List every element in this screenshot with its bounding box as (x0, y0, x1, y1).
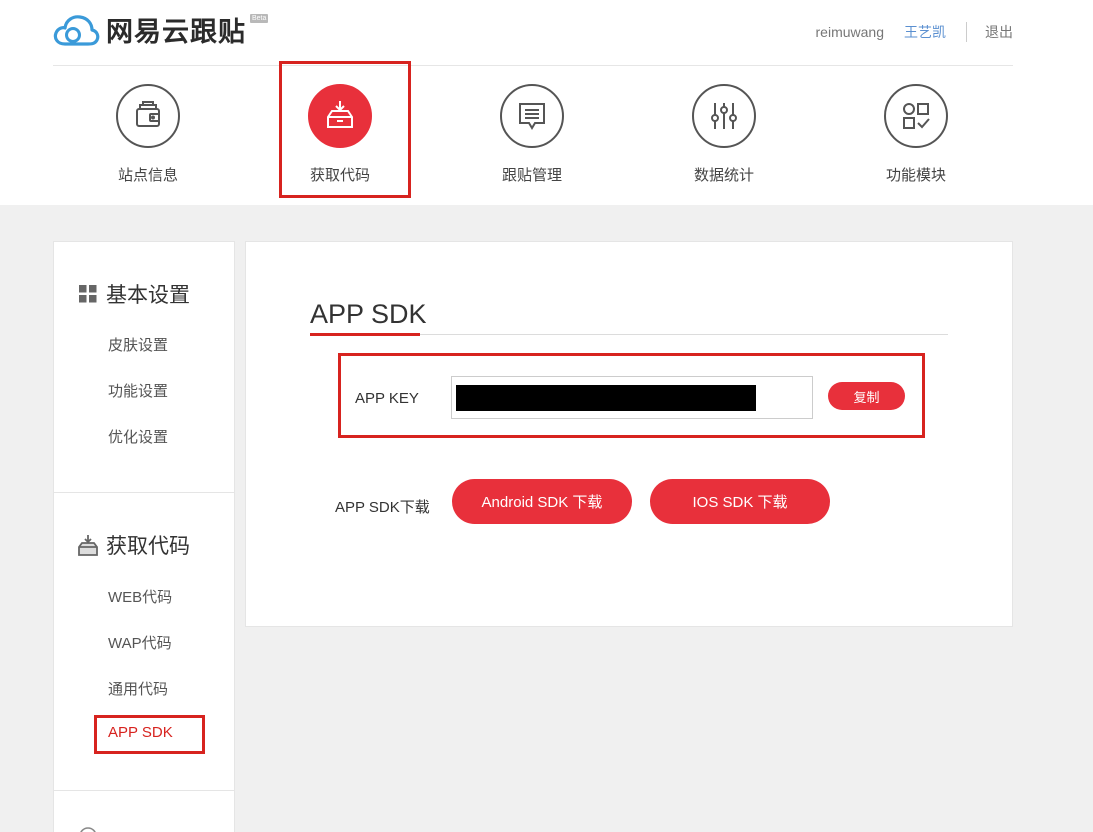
android-sdk-download-button[interactable]: Android SDK 下载 (452, 479, 632, 524)
nav-comment-manage-circle[interactable] (500, 84, 564, 148)
sidebar-section-code-title: 获取代码 (106, 535, 190, 558)
sidebar-item-wap-code[interactable]: WAP代码 (108, 632, 172, 653)
sidebar-item-general-code[interactable]: 通用代码 (108, 678, 168, 699)
nav-statistics-circle[interactable] (692, 84, 756, 148)
modules-icon (903, 103, 930, 129)
app-key-label: APP KEY (355, 390, 419, 407)
comment-icon (519, 103, 545, 130)
cloud-logo-icon (53, 14, 100, 46)
sidebar-section-basic-title: 基本设置 (106, 284, 190, 307)
user-display-name[interactable]: 王艺凯 (904, 22, 946, 42)
wallet-icon (136, 101, 160, 127)
brand-name: 网易云跟贴 (106, 17, 246, 48)
nav-site-info[interactable]: 站点信息 (83, 84, 213, 185)
sliders-icon (711, 103, 737, 129)
nav-modules-circle[interactable] (884, 84, 948, 148)
nav-modules[interactable]: 功能模块 (851, 84, 981, 185)
logout-link[interactable]: 退出 (985, 22, 1013, 42)
main-panel: APP SDK APP KEY 复制 APP SDK下载 Android SDK… (245, 241, 1013, 627)
page-title: APP SDK (310, 299, 427, 329)
title-accent-underline (310, 333, 420, 336)
nav-statistics[interactable]: 数据统计 (659, 84, 789, 185)
nav-highlight-box (279, 61, 411, 198)
app-key-field[interactable] (451, 376, 813, 419)
app-key-redacted-value (456, 385, 756, 411)
ios-sdk-download-button[interactable]: IOS SDK 下载 (650, 479, 830, 524)
sidebar-item-optimize[interactable]: 优化设置 (108, 426, 168, 447)
nav-statistics-label: 数据统计 (693, 167, 754, 184)
sidebar-item-web-code[interactable]: WEB代码 (108, 586, 172, 607)
nav-comment-manage[interactable]: 跟贴管理 (467, 84, 597, 185)
inbox-icon (78, 535, 98, 556)
grid-icon (79, 285, 97, 303)
top-header: 网易云跟贴 Beta reimuwang 王艺凯 退出 站点信息 获取代码 跟贴… (0, 0, 1093, 205)
nav-site-info-label: 站点信息 (117, 167, 178, 184)
nav-comment-manage-label: 跟贴管理 (501, 167, 562, 184)
sidebar-item-features[interactable]: 功能设置 (108, 380, 168, 401)
sdk-download-label: APP SDK下载 (335, 499, 430, 516)
user-bar: reimuwang 王艺凯 退出 (816, 22, 1013, 42)
beta-badge: Beta (250, 14, 269, 23)
sidebar-section-basic: 基本设置 (78, 279, 190, 309)
nav-site-info-circle[interactable] (116, 84, 180, 148)
partial-section-icon (80, 827, 96, 832)
sidebar-highlight-box (94, 715, 205, 754)
username[interactable]: reimuwang (816, 24, 884, 40)
user-bar-divider (966, 22, 967, 42)
sidebar-divider (54, 492, 234, 493)
copy-key-button[interactable]: 复制 (828, 382, 905, 410)
sidebar-divider-2 (54, 790, 234, 791)
nav-modules-label: 功能模块 (885, 167, 946, 184)
sidebar-section-code: 获取代码 (78, 530, 190, 560)
brand-logo[interactable]: 网易云跟贴 (52, 10, 246, 49)
header-divider (53, 65, 1013, 66)
sidebar-item-skin[interactable]: 皮肤设置 (108, 334, 168, 355)
